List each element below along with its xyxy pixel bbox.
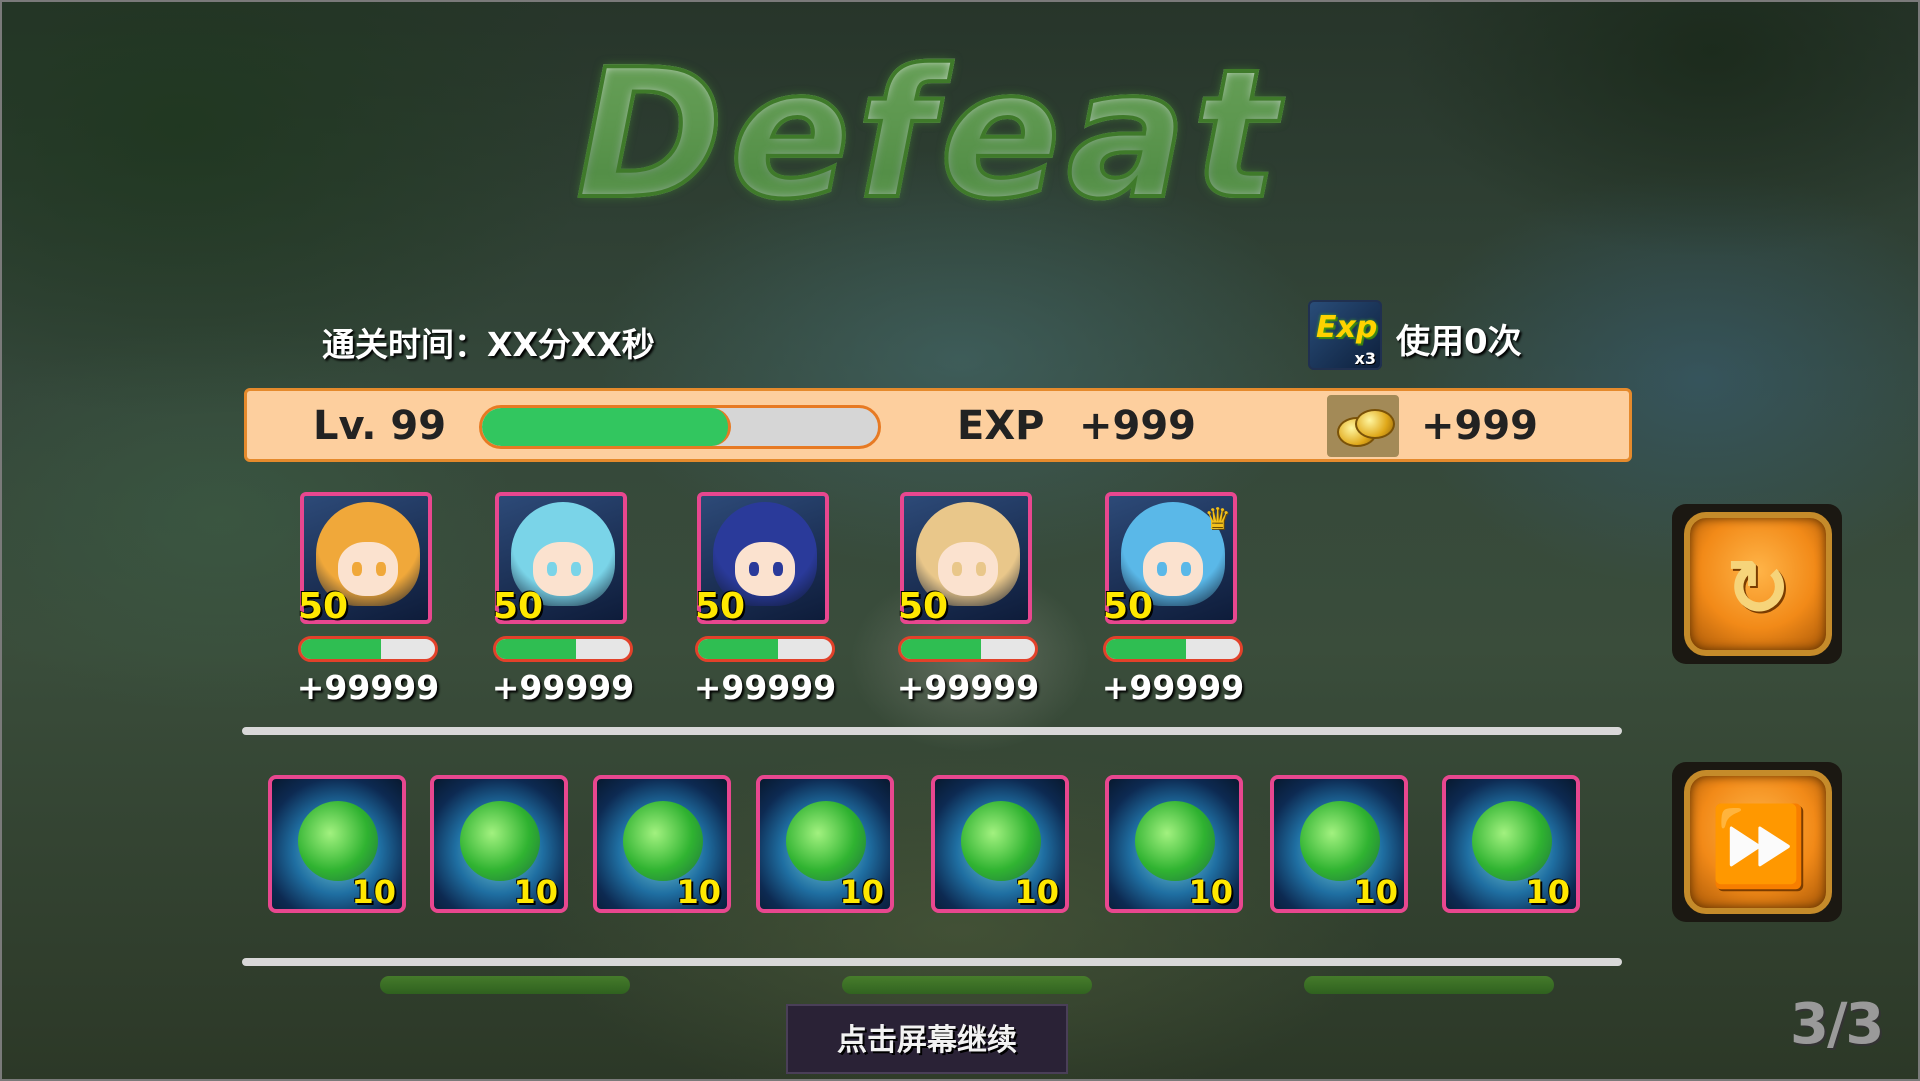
background-tree [1400,0,1920,260]
player-reward-bar: Lv. 99 EXP +999 +999 [244,388,1632,462]
retry-icon: ↻ [1725,544,1791,634]
retry-button-face[interactable]: ↻ [1684,512,1832,656]
reward-item-slot[interactable]: 10 [931,775,1069,913]
hero-exp-progress [493,636,633,662]
hero-exp-progress [1103,636,1243,662]
exp-x3-icon: Exp x3 [1308,300,1382,370]
exp-gain: +999 [1079,403,1197,449]
reward-item-count: 10 [1188,873,1233,911]
background-unit-bar [842,976,1092,994]
tap-to-continue[interactable]: 点击屏幕继续 [786,1004,1068,1074]
hero-exp-gain: +99999 [296,668,440,707]
reward-item-slot[interactable]: 10 [268,775,406,913]
reward-item-slot[interactable]: 10 [1442,775,1580,913]
player-exp-progress-fill [482,408,732,446]
reward-item-count: 10 [839,873,884,911]
green-orb-icon [1135,801,1215,881]
battle-result-screen[interactable]: Defeat 通关时间：XX分XX秒 Exp x3 使用0次 Lv. 99 EX… [0,0,1920,1081]
hero-level: 50 [898,586,949,627]
gold-gain: +999 [1421,403,1539,449]
skip-button-face[interactable]: ⏩ [1684,770,1832,914]
reward-item-slot[interactable]: 10 [593,775,731,913]
reward-item-count: 10 [676,873,721,911]
hero-eye [773,562,783,576]
hero-eye [749,562,759,576]
gold-coins-icon [1327,395,1399,457]
crown-icon: ♛ [1204,502,1231,537]
player-exp-progress [479,405,881,449]
reward-item-slot[interactable]: 10 [430,775,568,913]
fast-forward-icon: ⏩ [1709,802,1807,892]
reward-item-count: 10 [513,873,558,911]
hero-eye [571,562,581,576]
page-indicator: 3/3 [1790,992,1884,1057]
hero-eye [1181,562,1191,576]
reward-item-slot[interactable]: 10 [1270,775,1408,913]
reward-item-count: 10 [1014,873,1059,911]
reward-item-count: 10 [351,873,396,911]
hero-exp-gain: +99999 [491,668,635,707]
hero-exp-progress [298,636,438,662]
exp-multiplier: x3 [1354,349,1376,368]
hero-eye [352,562,362,576]
hero-exp-progress [898,636,1038,662]
hero-exp-progress-fill [301,639,382,659]
green-orb-icon [961,801,1041,881]
reward-item-slot[interactable]: 10 [1105,775,1243,913]
tap-to-continue-label: 点击屏幕继续 [837,1023,1017,1058]
skip-button[interactable]: ⏩ [1672,762,1842,922]
exp-boost-usage: 使用0次 [1396,322,1522,362]
green-orb-icon [1472,801,1552,881]
divider-top [242,727,1622,735]
hero-level: 50 [695,586,746,627]
hero-exp-gain: +99999 [1101,668,1245,707]
hero-eye [376,562,386,576]
green-orb-icon [786,801,866,881]
green-orb-icon [1300,801,1380,881]
hero-exp-progress-fill [698,639,779,659]
reward-item-count: 10 [1353,873,1398,911]
hero-exp-progress-fill [901,639,982,659]
green-orb-icon [460,801,540,881]
green-orb-icon [623,801,703,881]
hero-exp-progress-fill [496,639,577,659]
reward-item-count: 10 [1525,873,1570,911]
hero-level: 50 [1103,586,1154,627]
hero-exp-gain: +99999 [693,668,837,707]
hero-exp-gain: +99999 [896,668,1040,707]
hero-eye [1157,562,1167,576]
background-unit-bar [380,976,630,994]
clear-time-label: 通关时间：XX分XX秒 [322,325,655,364]
hero-level: 50 [298,586,349,627]
background-unit-bar [1304,976,1554,994]
reward-item-slot[interactable]: 10 [756,775,894,913]
defeat-title: Defeat [480,38,1380,232]
hero-level: 50 [493,586,544,627]
hero-exp-progress-fill [1106,639,1187,659]
player-level: Lv. 99 [313,403,447,449]
green-orb-icon [298,801,378,881]
divider-bottom [242,958,1622,966]
exp-icon-text: Exp [1316,310,1378,345]
retry-button[interactable]: ↻ [1672,504,1842,664]
hero-eye [976,562,986,576]
exp-label: EXP [957,403,1045,449]
hero-eye [547,562,557,576]
hero-exp-progress [695,636,835,662]
hero-eye [952,562,962,576]
